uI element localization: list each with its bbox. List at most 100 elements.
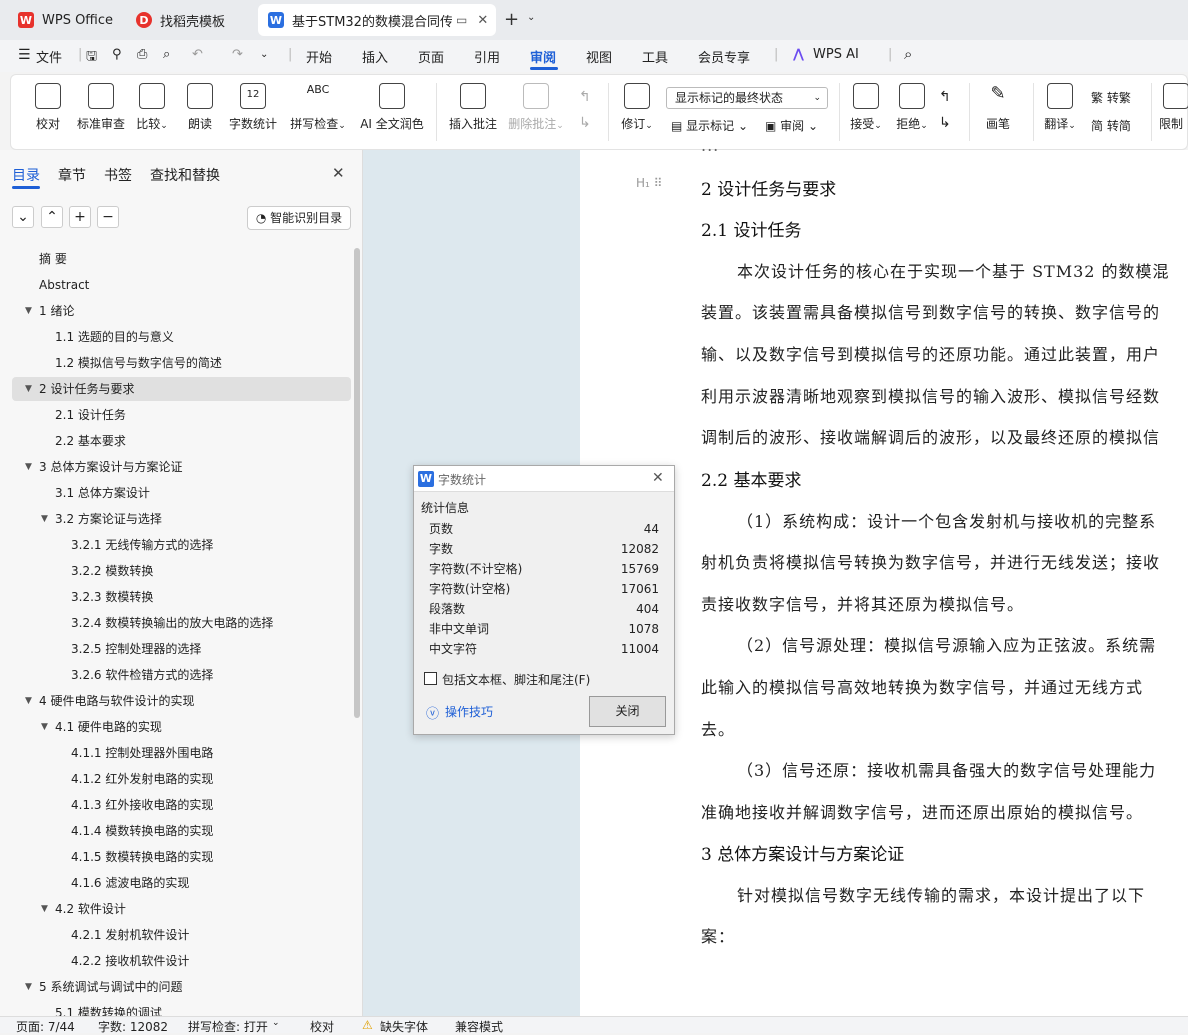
status-spell[interactable]: 拼写检查: 打开 (188, 1018, 268, 1035)
expand-toggle-icon[interactable]: ▼ (41, 514, 48, 524)
include-textbox-checkbox[interactable] (424, 672, 437, 685)
spell-check-button[interactable]: ABC 拼写检查⌄ (287, 83, 349, 132)
close-pane-icon[interactable]: ✕ (332, 164, 345, 182)
status-words[interactable]: 字数: 12082 (98, 1018, 168, 1035)
menu-member[interactable]: 会员专享 (698, 47, 750, 66)
menu-review[interactable]: 审阅 (530, 47, 556, 66)
toc-item[interactable]: 4.2.1 发射机软件设计 (71, 922, 189, 948)
read-aloud-button[interactable]: 朗读 (185, 83, 215, 132)
sidebar-tab-find-replace[interactable]: 查找和替换 (150, 165, 220, 185)
toc-item[interactable]: 2.2 基本要求 (55, 428, 126, 454)
heading-marker-icon[interactable]: H₁ ⠿ (636, 176, 662, 190)
translate-button[interactable]: 翻译⌄ (1041, 83, 1079, 132)
dialog-close-icon[interactable]: ✕ (652, 470, 664, 486)
prev-comment-icon[interactable]: ↰ (579, 89, 591, 105)
sidebar-tab-bookmarks[interactable]: 书签 (104, 165, 132, 185)
new-tab-icon[interactable]: + (504, 9, 519, 30)
prev-change-icon[interactable]: ↰ (939, 89, 951, 105)
save-icon[interactable]: 🖫 (86, 47, 97, 69)
toc-item[interactable]: 4.1.6 滤波电路的实现 (71, 870, 189, 896)
undo-icon[interactable]: ↶ (192, 47, 203, 62)
toc-item[interactable]: 4.1.4 模数转换电路的实现 (71, 818, 213, 844)
chevron-down-icon[interactable]: ⌄ (527, 12, 535, 23)
toc-item[interactable]: 1.2 模拟信号与数字信号的简述 (55, 350, 222, 376)
sidebar-scrollbar[interactable] (354, 248, 360, 718)
show-markup-button[interactable]: ▤ 显示标记 ⌄ (671, 117, 748, 134)
toc-item[interactable]: 3.2.2 模数转换 (71, 558, 153, 584)
print-preview-icon[interactable]: ⌕ (163, 47, 170, 62)
add-heading-button[interactable]: + (69, 206, 91, 228)
word-count-button[interactable]: 12 字数统计 (225, 83, 281, 132)
close-button[interactable]: 关闭 (589, 696, 666, 727)
sidebar-tab-toc[interactable]: 目录 (12, 165, 40, 185)
share-icon[interactable]: ⚲ (112, 47, 122, 62)
toc-item[interactable]: 1.1 选题的目的与意义 (55, 324, 174, 350)
to-simplified-button[interactable]: 简 转简 (1091, 117, 1131, 134)
toc-item[interactable]: 3.2.4 数模转换输出的放大电路的选择 (71, 610, 273, 636)
menu-page[interactable]: 页面 (418, 47, 444, 66)
menu-start[interactable]: 开始 (306, 47, 332, 66)
status-page[interactable]: 页面: 7/44 (16, 1018, 75, 1035)
menu-reference[interactable]: 引用 (474, 47, 500, 66)
toc-item[interactable]: 4.1 硬件电路的实现 (55, 714, 162, 740)
expand-toggle-icon[interactable]: ▼ (25, 462, 32, 472)
collapse-up-button[interactable]: ⌃ (41, 206, 63, 228)
toc-item[interactable]: 4.1.5 数模转换电路的实现 (71, 844, 213, 870)
toc-item[interactable]: 1 绪论 (39, 298, 74, 324)
toc-item[interactable]: 3.2 方案论证与选择 (55, 506, 162, 532)
more-chevron-icon[interactable]: ⌄ (260, 49, 268, 60)
toc-item[interactable]: 5 系统调试与调试中的问题 (39, 974, 182, 1000)
toc-item[interactable]: Abstract (39, 272, 89, 298)
tips-link[interactable]: 操作技巧 (445, 703, 493, 720)
review-pane-button[interactable]: ▣ 审阅 ⌄ (765, 117, 818, 134)
collapse-down-button[interactable]: ⌄ (12, 206, 34, 228)
expand-toggle-icon[interactable]: ▼ (25, 306, 32, 316)
toc-item[interactable]: 3.2.1 无线传输方式的选择 (71, 532, 213, 558)
expand-toggle-icon[interactable]: ▼ (41, 722, 48, 732)
status-proof[interactable]: 校对 (310, 1018, 334, 1035)
expand-toggle-icon[interactable]: ▼ (25, 982, 32, 992)
status-missing-font[interactable]: 缺失字体 (380, 1018, 428, 1035)
ai-polish-button[interactable]: AI 全文润色 (355, 83, 429, 132)
print-icon[interactable]: ⎙ (137, 47, 147, 62)
tab-wps-office[interactable]: W WPS Office (8, 4, 120, 36)
menu-wps-ai[interactable]: WPS AI (813, 47, 859, 62)
expand-toggle-icon[interactable]: ▼ (41, 904, 48, 914)
redo-icon[interactable]: ↷ (232, 47, 243, 62)
toc-item[interactable]: 4 硬件电路与软件设计的实现 (39, 688, 194, 714)
toc-item[interactable]: 3.1 总体方案设计 (55, 480, 150, 506)
toc-item[interactable]: 4.1.2 红外发射电路的实现 (71, 766, 213, 792)
close-tab-icon[interactable]: ✕ (477, 13, 488, 28)
menu-insert[interactable]: 插入 (362, 47, 388, 66)
toc-item[interactable]: 3.2.5 控制处理器的选择 (71, 636, 201, 662)
remove-heading-button[interactable]: − (97, 206, 119, 228)
next-change-icon[interactable]: ↳ (939, 115, 951, 131)
toc-item[interactable]: 3.2.6 软件检错方式的选择 (71, 662, 213, 688)
compare-button[interactable]: 比较⌄ (135, 83, 169, 132)
brush-button[interactable]: ✎ 画笔 (981, 83, 1015, 132)
smart-toc-button[interactable]: ◔ 智能识别目录 (247, 206, 351, 230)
menu-tools[interactable]: 工具 (642, 47, 668, 66)
search-icon[interactable]: ⌕ (904, 45, 912, 63)
menu-view[interactable]: 视图 (586, 47, 612, 66)
toc-item[interactable]: 4.1.1 控制处理器外围电路 (71, 740, 213, 766)
chevron-down-icon[interactable]: ⌄ (272, 1018, 280, 1028)
toc-item[interactable]: 2 设计任务与要求 (39, 376, 134, 402)
accept-button[interactable]: 接受⌄ (847, 83, 885, 132)
tab-docer[interactable]: D 找稻壳模板 (126, 4, 250, 36)
proofread-button[interactable]: 校对 (31, 83, 65, 132)
toc-item[interactable]: 2.1 设计任务 (55, 402, 126, 428)
reject-button[interactable]: 拒绝⌄ (893, 83, 931, 132)
restrict-button[interactable]: 限制 (1159, 83, 1188, 132)
markup-dropdown[interactable]: 显示标记的最终状态 ⌄ (666, 87, 828, 109)
toc-item[interactable]: 摘 要 (39, 246, 67, 272)
menu-file[interactable]: 文件 (36, 47, 62, 66)
standard-review-button[interactable]: 标准审查 (75, 83, 127, 132)
toc-item[interactable]: 3 总体方案设计与方案论证 (39, 454, 182, 480)
next-comment-icon[interactable]: ↳ (579, 115, 591, 131)
expand-toggle-icon[interactable]: ▼ (25, 696, 32, 706)
to-traditional-button[interactable]: 繁 转繁 (1091, 89, 1131, 106)
monitor-icon[interactable]: ▭ (456, 13, 467, 27)
tab-document[interactable]: W 基于STM32的数模混合同传 ▭ ✕ (258, 4, 496, 36)
toc-item[interactable]: 3.2.3 数模转换 (71, 584, 153, 610)
